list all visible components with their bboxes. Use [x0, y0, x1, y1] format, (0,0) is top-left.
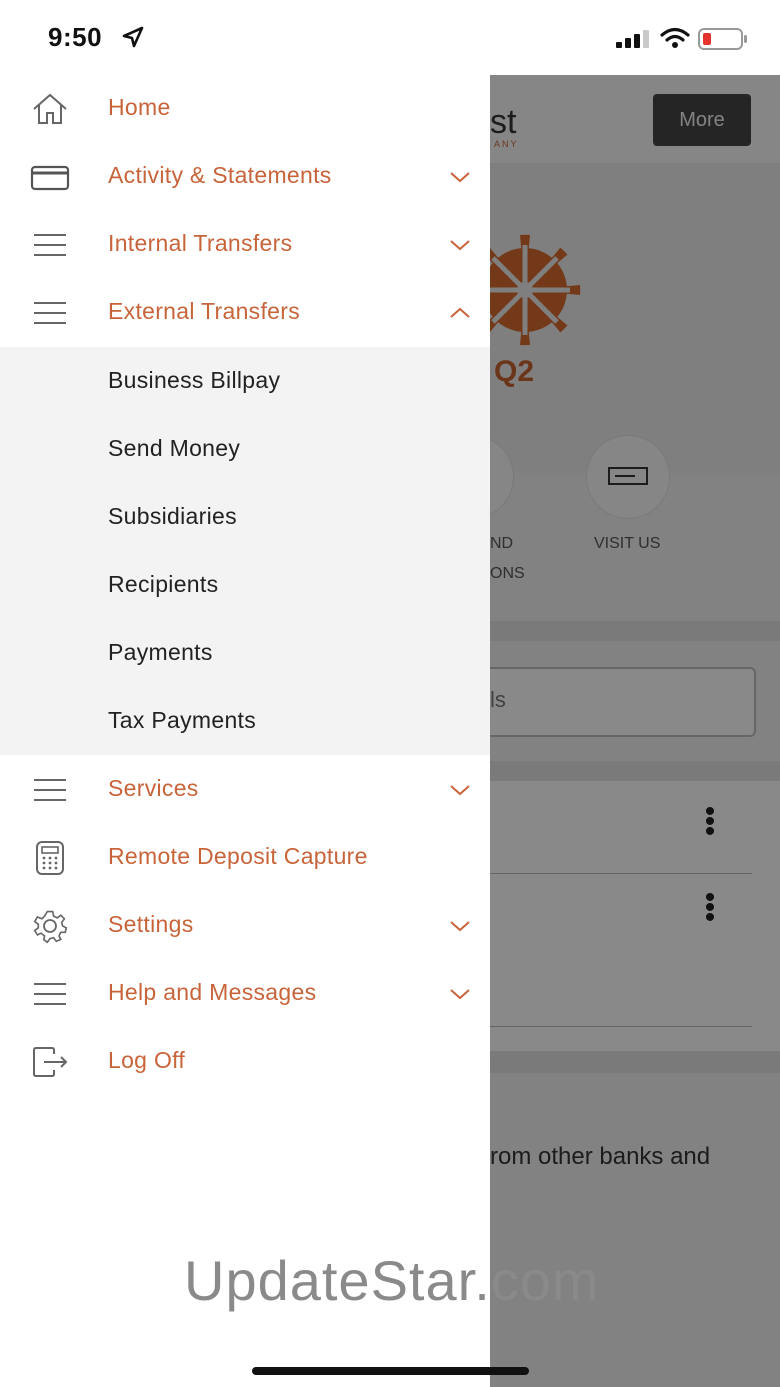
menu-item-settings[interactable]: Settings — [0, 892, 490, 960]
calculator-icon — [36, 841, 64, 875]
hamburger-icon — [34, 302, 66, 324]
menu-item-label: External Transfers — [108, 298, 301, 324]
status-time: 9:50 — [48, 22, 103, 52]
submenu-item-tax-payments[interactable]: Tax Payments — [0, 687, 490, 755]
menu-item-label: Internal Transfers — [108, 230, 293, 256]
hamburger-icon — [34, 234, 66, 256]
chevron-down-icon — [450, 240, 470, 251]
hamburger-icon — [34, 779, 66, 801]
menu-item-label: Help and Messages — [108, 979, 317, 1005]
navigation-drawer: Home Activity & Statements Internal Tran… — [0, 75, 490, 1387]
menu-item-label: Log Off — [108, 1047, 186, 1073]
menu-item-label: Activity & Statements — [108, 162, 332, 188]
dim-overlay[interactable] — [490, 75, 780, 1387]
submenu-item-send-money[interactable]: Send Money — [0, 415, 490, 483]
menu-item-remote-deposit-capture[interactable]: Remote Deposit Capture — [0, 824, 490, 892]
menu-item-label: Remote Deposit Capture — [108, 843, 368, 869]
hamburger-icon — [34, 983, 66, 1005]
logout-icon — [33, 1047, 68, 1077]
submenu-item-label: Payments — [108, 639, 213, 665]
submenu-item-subsidiaries[interactable]: Subsidiaries — [0, 483, 490, 551]
chevron-down-icon — [450, 921, 470, 932]
watermark: UpdateStar.com — [184, 1249, 600, 1312]
menu-item-services[interactable]: Services — [0, 756, 490, 824]
battery-low-icon — [698, 28, 747, 50]
cellular-signal-icon — [616, 30, 649, 48]
home-indicator[interactable] — [252, 1367, 529, 1375]
submenu-item-recipients[interactable]: Recipients — [0, 551, 490, 619]
chevron-down-icon — [450, 172, 470, 183]
submenu-item-label: Send Money — [108, 435, 241, 461]
home-icon — [33, 93, 67, 124]
menu-item-external-transfers[interactable]: External Transfers — [0, 279, 490, 347]
status-bar: 9:50 — [0, 0, 780, 75]
chevron-up-icon — [450, 307, 470, 318]
gear-icon — [33, 910, 68, 944]
submenu-item-label: Recipients — [108, 571, 219, 597]
submenu-item-label: Subsidiaries — [108, 503, 237, 529]
submenu-item-payments[interactable]: Payments — [0, 619, 490, 687]
menu-item-log-off[interactable]: Log Off — [0, 1028, 490, 1096]
submenu-item-label: Tax Payments — [108, 707, 257, 733]
wifi-icon — [660, 27, 690, 48]
menu-item-help-messages[interactable]: Help and Messages — [0, 960, 490, 1028]
external-transfers-submenu: Business Billpay Send Money Subsidiaries… — [0, 347, 490, 755]
card-icon — [30, 165, 70, 191]
background-app[interactable]: st ANY More Q2 ND ONS VISIT US ls • • • … — [490, 75, 780, 1387]
menu-item-label: Home — [108, 94, 171, 120]
menu-item-label: Settings — [108, 911, 194, 937]
menu-item-home[interactable]: Home — [0, 75, 490, 143]
chevron-down-icon — [450, 989, 470, 1000]
location-arrow-icon — [122, 26, 144, 48]
menu-item-internal-transfers[interactable]: Internal Transfers — [0, 211, 490, 279]
chevron-down-icon — [450, 785, 470, 796]
menu-item-activity-statements[interactable]: Activity & Statements — [0, 143, 490, 211]
submenu-item-business-billpay[interactable]: Business Billpay — [0, 347, 490, 415]
submenu-item-label: Business Billpay — [108, 367, 281, 393]
menu-item-label: Services — [108, 775, 199, 801]
